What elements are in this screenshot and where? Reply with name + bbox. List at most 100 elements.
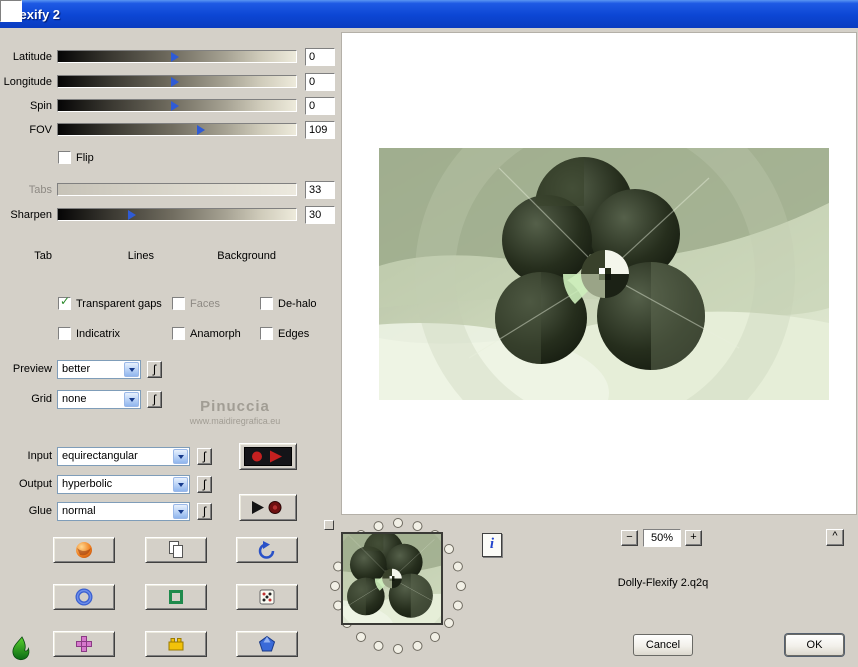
glue-select-label: Glue: [28, 505, 52, 517]
preview-random-button[interactable]: ʃ: [147, 361, 162, 378]
glue-select[interactable]: normal: [57, 502, 190, 521]
info-button[interactable]: i: [482, 533, 502, 557]
play-button[interactable]: [239, 494, 297, 521]
grid-select[interactable]: none: [57, 390, 141, 409]
collapse-button[interactable]: ^: [826, 529, 844, 546]
glue-select-value: normal: [62, 505, 96, 517]
sphere-button[interactable]: [53, 537, 115, 563]
grid-select-label: Grid: [31, 393, 52, 405]
dice-icon: [259, 589, 275, 605]
copy-button[interactable]: [145, 537, 207, 563]
zoom-out-button[interactable]: −: [621, 530, 638, 546]
sharpen-slider[interactable]: [57, 208, 297, 221]
latitude-label: Latitude: [12, 51, 52, 63]
spin-slider-thumb[interactable]: [170, 101, 179, 111]
flip-checkbox-box[interactable]: [58, 151, 71, 164]
output-select-label: Output: [18, 478, 52, 490]
zoom-in-button[interactable]: +: [685, 530, 702, 546]
sharpen-value-input[interactable]: 30: [305, 206, 335, 224]
preview-panel: [341, 32, 857, 515]
background-color-swatch[interactable]: [0, 0, 22, 22]
tabs-slider: [57, 183, 297, 196]
chevron-down-icon[interactable]: [124, 392, 139, 407]
preview-select[interactable]: better: [57, 360, 141, 379]
fov-slider[interactable]: [57, 123, 297, 136]
preview-select-label: Preview: [12, 363, 52, 375]
faces-box: [172, 297, 185, 310]
tabs-row: Tabs 33: [0, 181, 340, 199]
gem-icon: [258, 635, 276, 652]
longitude-slider[interactable]: [57, 75, 297, 88]
latitude-value-input[interactable]: 0: [305, 48, 335, 66]
render-dark-button[interactable]: [239, 443, 297, 470]
copy-icon: [169, 541, 183, 558]
brick-button[interactable]: [145, 631, 207, 657]
chevron-down-icon[interactable]: [173, 449, 188, 464]
cancel-button[interactable]: Cancel: [633, 634, 693, 656]
indicatrix-box[interactable]: [58, 327, 71, 340]
chevron-down-icon[interactable]: [124, 362, 139, 377]
input-select[interactable]: equirectangular: [57, 447, 190, 466]
dice-button[interactable]: [236, 584, 298, 610]
de-halo-box[interactable]: [260, 297, 273, 310]
fov-value-input[interactable]: 109: [305, 121, 335, 139]
check-mark-icon: ✓: [60, 294, 71, 308]
sphere-icon: [76, 542, 92, 558]
longitude-label: Longitude: [3, 76, 52, 88]
play-disc-icon: [252, 501, 282, 514]
watermark-name: Pinuccia: [200, 398, 270, 415]
frame-button[interactable]: [145, 584, 207, 610]
square-icon: [169, 590, 183, 604]
longitude-row: Longitude 0: [0, 73, 340, 91]
glue-random-button[interactable]: ʃ: [197, 503, 212, 520]
tabs-label: Tabs: [28, 184, 52, 196]
gem-button[interactable]: [236, 631, 298, 657]
output-select[interactable]: hyperbolic: [57, 475, 190, 494]
chevron-down-icon[interactable]: [173, 477, 188, 492]
anamorph-label: Anamorph: [190, 328, 241, 340]
plus-shape-button[interactable]: [53, 631, 115, 657]
de-halo-label: De-halo: [278, 298, 317, 310]
sharpen-slider-thumb[interactable]: [127, 210, 136, 220]
zoom-level: 50%: [643, 529, 681, 547]
ok-button[interactable]: OK: [785, 634, 844, 656]
tabs-value-input[interactable]: 33: [305, 181, 335, 199]
spin-slider[interactable]: [57, 99, 297, 112]
longitude-slider-thumb[interactable]: [170, 77, 179, 87]
flip-label: Flip: [76, 152, 94, 164]
undo-icon: [258, 541, 275, 559]
indicatrix-label: Indicatrix: [76, 328, 121, 340]
input-random-button[interactable]: ʃ: [197, 448, 212, 465]
spin-value-input[interactable]: 0: [305, 97, 335, 115]
fov-row: FOV 109: [0, 121, 340, 139]
preset-filename: Dolly-Flexify 2.q2q: [617, 577, 709, 589]
transparent-gaps-box[interactable]: ✓: [58, 294, 71, 310]
flaming-pear-logo: [12, 636, 30, 661]
input-select-label: Input: [27, 450, 52, 462]
tab-color-label: Tab: [34, 250, 52, 262]
latitude-slider-thumb[interactable]: [170, 52, 179, 62]
navigator-thumbnail[interactable]: [341, 532, 443, 625]
chevron-down-icon[interactable]: [173, 504, 188, 519]
torus-button[interactable]: [53, 584, 115, 610]
edges-box[interactable]: [260, 327, 273, 340]
red-play-icon: [244, 447, 292, 466]
output-select-value: hyperbolic: [62, 478, 113, 490]
faces-label: Faces: [190, 298, 220, 310]
transparent-gaps-label: Transparent gaps: [76, 298, 162, 310]
latitude-slider[interactable]: [57, 50, 297, 63]
watermark-url: www.maidiregrafica.eu: [189, 416, 281, 426]
sharpen-row: Sharpen 30: [0, 206, 340, 224]
fov-slider-thumb[interactable]: [196, 125, 205, 135]
spin-label: Spin: [29, 100, 52, 112]
fov-label: FOV: [29, 124, 52, 136]
undo-button[interactable]: [236, 537, 298, 563]
preview-image[interactable]: [379, 148, 829, 400]
torus-icon: [75, 588, 93, 606]
longitude-value-input[interactable]: 0: [305, 73, 335, 91]
title-bar[interactable]: Flexify 2: [0, 0, 858, 28]
preview-select-value: better: [62, 363, 91, 375]
anamorph-box[interactable]: [172, 327, 185, 340]
latitude-row: Latitude 0: [0, 48, 340, 66]
output-random-button[interactable]: ʃ: [197, 476, 212, 493]
